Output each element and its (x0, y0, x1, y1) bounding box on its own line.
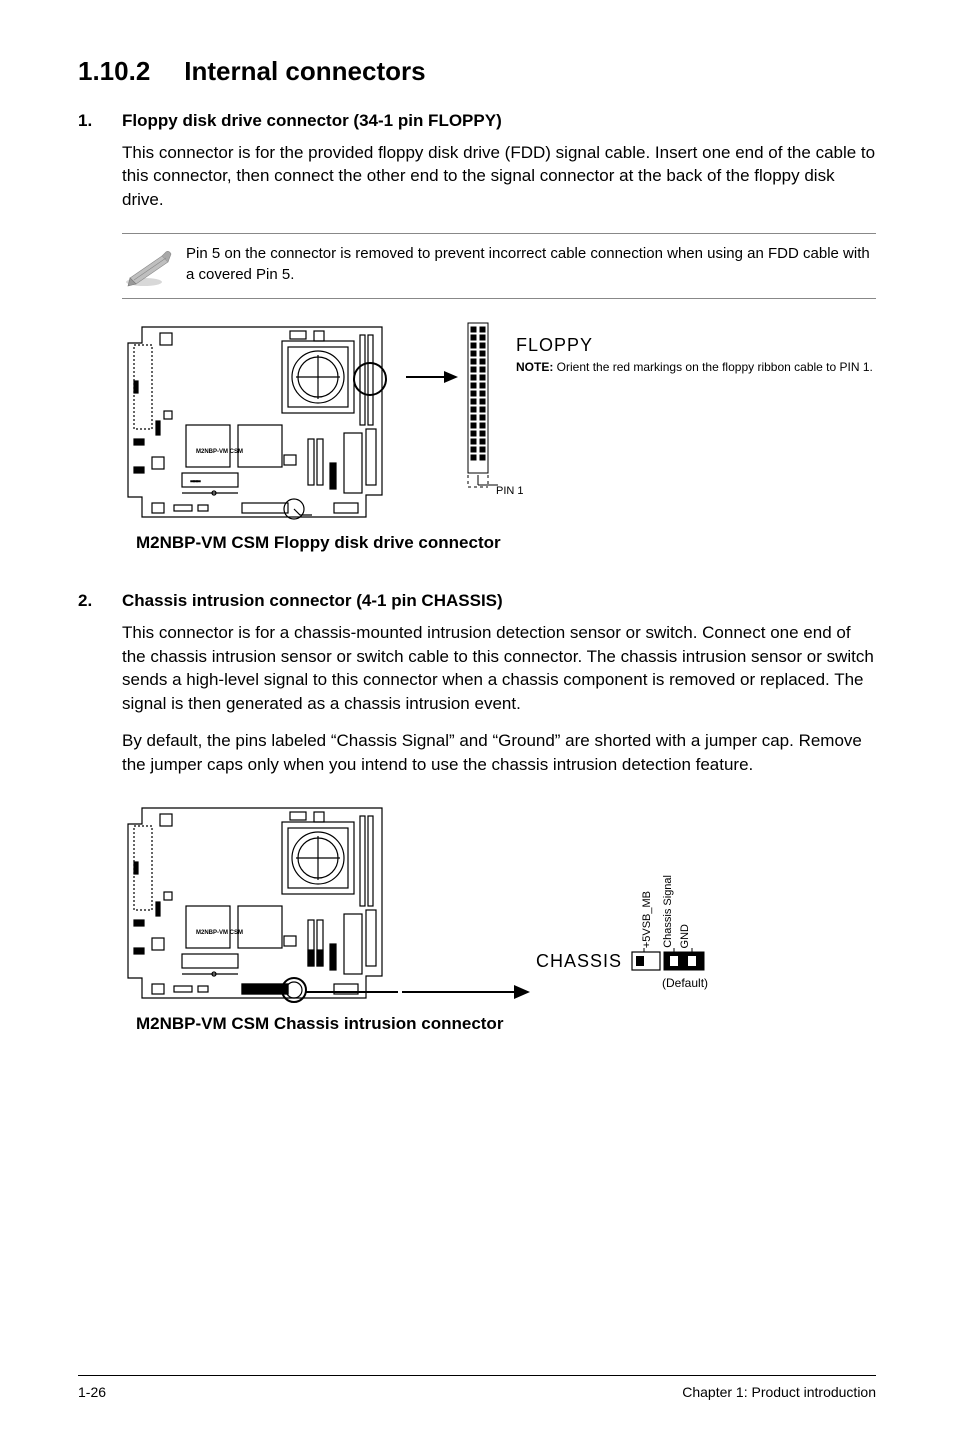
svg-text:⎯⎯⎯: ⎯⎯⎯ (190, 479, 201, 485)
item-body: By default, the pins labeled “Chassis Si… (122, 729, 876, 776)
page: 1.10.2 Internal connectors 1. Floppy disk… (0, 0, 954, 1438)
motherboard-diagram: ⎯⎯⎯ (122, 317, 402, 527)
floppy-label: FLOPPY (516, 335, 873, 356)
item-floppy: 1. Floppy disk drive connector (34-1 pin… (78, 111, 876, 211)
page-number: 1-26 (78, 1384, 106, 1400)
floppy-diagram: ⎯⎯⎯ (122, 317, 876, 553)
floppy-note-rest: Orient the red markings on the floppy ri… (553, 360, 873, 374)
floppy-caption: M2NBP-VM CSM Floppy disk drive connector (136, 533, 876, 553)
floppy-side: FLOPPY NOTE: Orient the red markings on … (462, 317, 873, 497)
arrow-icon (402, 317, 462, 527)
page-footer: 1-26 Chapter 1: Product introduction (78, 1375, 876, 1400)
pin-label-gnd: GND (680, 924, 691, 948)
note-block: Pin 5 on the connector is removed to pre… (122, 233, 876, 299)
item-number: 1. (78, 111, 122, 131)
pin1-label: PIN 1 (496, 485, 873, 497)
chassis-side: +5VSB_MB Chassis Signal GND CHASSIS (536, 798, 710, 990)
arrow-icon (402, 798, 532, 1008)
section-title: Internal connectors (184, 56, 425, 86)
note-text: Pin 5 on the connector is removed to pre… (186, 244, 876, 285)
floppy-note: NOTE: Orient the red markings on the flo… (516, 360, 873, 375)
item-body: This connector is for the provided flopp… (122, 141, 876, 211)
mobo-label: M2NBP-VM CSM (196, 930, 243, 936)
chassis-pinheader-icon (630, 948, 710, 974)
pin-label-5vsb: +5VSB_MB (642, 891, 653, 948)
chassis-label: CHASSIS (536, 951, 622, 972)
pencil-icon (122, 244, 174, 288)
chassis-caption: M2NBP-VM CSM Chassis intrusion connector (136, 1014, 876, 1034)
item-number: 2. (78, 591, 122, 611)
item-chassis: 2. Chassis intrusion connector (4-1 pin … (78, 591, 876, 776)
motherboard-diagram: M2NBP-VM CSM (122, 798, 402, 1008)
chapter-label: Chapter 1: Product introduction (682, 1384, 876, 1400)
floppy-note-bold: NOTE: (516, 360, 553, 374)
section-heading: 1.10.2 Internal connectors (78, 56, 876, 87)
floppy-pinheader-icon (462, 317, 498, 497)
item-title: Chassis intrusion connector (4-1 pin CHA… (122, 591, 503, 611)
chassis-diagram: M2NBP-VM CSM +5VSB_MB Chassis Signal GND… (122, 798, 876, 1034)
section-number: 1.10.2 (78, 56, 150, 87)
mobo-label: M2NBP-VM CSM (196, 449, 243, 455)
item-body: This connector is for a chassis-mounted … (122, 621, 876, 715)
default-label: (Default) (536, 976, 708, 990)
pin-label-chassis-signal: Chassis Signal (663, 875, 674, 948)
item-title: Floppy disk drive connector (34-1 pin FL… (122, 111, 502, 131)
